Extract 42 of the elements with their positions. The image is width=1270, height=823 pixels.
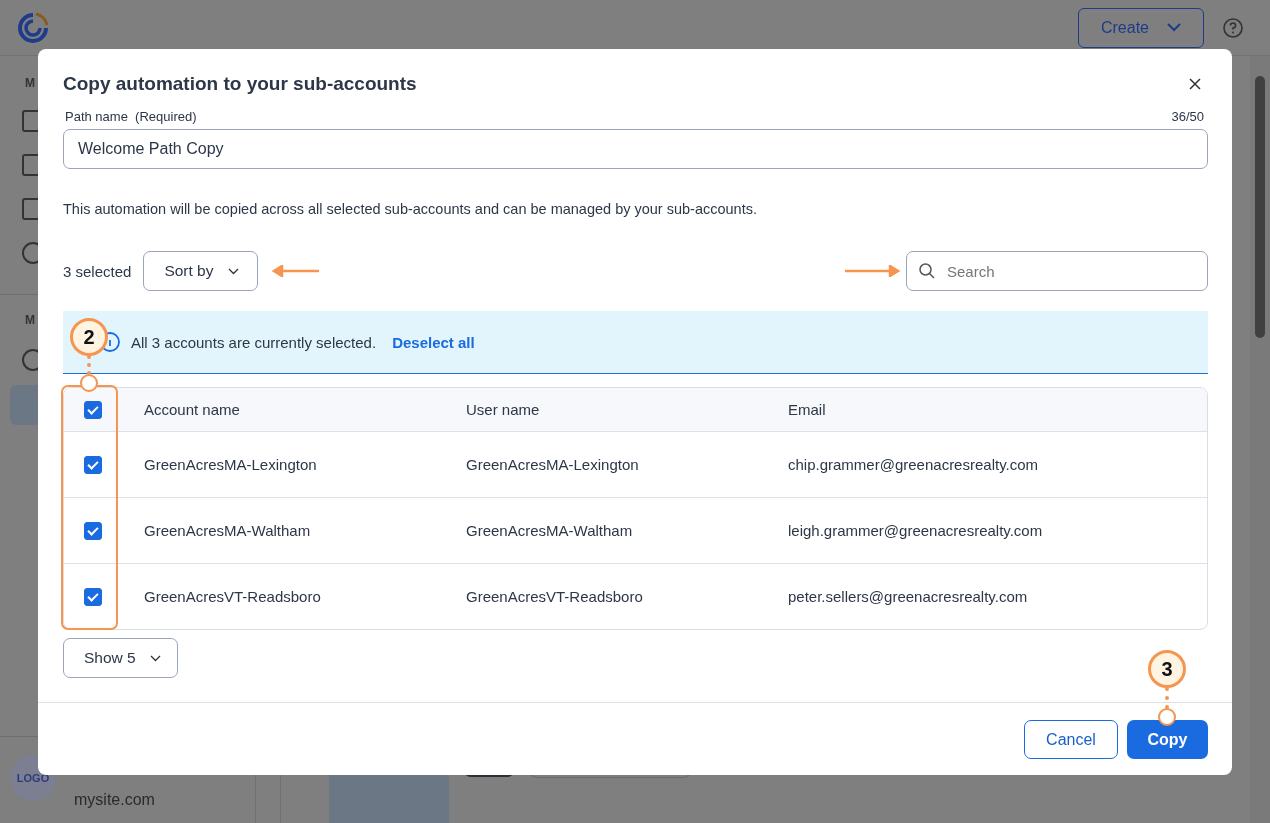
table-cell-text: GreenAcresMA-Waltham (465, 522, 634, 539)
scrollbar[interactable] (1250, 56, 1270, 823)
search-icon (918, 262, 936, 280)
help-icon[interactable] (1222, 16, 1244, 39)
banner-message: All 3 accounts are currently selected. (131, 333, 377, 351)
page-size-button[interactable]: Show 5 (63, 638, 178, 678)
brand-logo[interactable] (16, 10, 50, 45)
row-checkbox[interactable] (84, 587, 102, 606)
path-name-field[interactable]: Welcome Path Copy (63, 129, 1208, 169)
selected-count: 3 selected (63, 262, 132, 280)
field-label: Path name (Required) (65, 109, 197, 124)
table-cell-text: peter.sellers@greenacresrealty.com (787, 588, 1029, 605)
table-cell-text: GreenAcresVT-Readsboro (465, 588, 644, 605)
section-label: M (25, 76, 35, 90)
chevron-down-icon (149, 654, 161, 662)
chevron-down-icon (227, 267, 239, 275)
arrow-left-icon (271, 265, 320, 277)
column-header: User name (465, 401, 541, 418)
column-header: Email (787, 401, 827, 418)
table-cell-text: GreenAcresMA-Waltham (143, 522, 312, 539)
chevron-down-icon (1167, 23, 1181, 32)
deselect-all-link[interactable]: Deselect all (392, 333, 475, 351)
close-icon[interactable] (1189, 78, 1201, 90)
table-cell-text: GreenAcresMA-Lexington (465, 456, 640, 473)
search-field[interactable]: Search (906, 251, 1208, 291)
table-cell-text: GreenAcresVT-Readsboro (143, 588, 322, 605)
cancel-button[interactable]: Cancel (1024, 720, 1118, 759)
column-header: Account name (143, 401, 241, 418)
section-label: M (25, 313, 35, 327)
copy-button[interactable]: Copy (1127, 720, 1208, 759)
description-text: This automation will be copied across all selected sub-accounts and can be managed by your sub-accounts. (63, 201, 758, 217)
dialog-title: Copy automation to your sub-accounts (63, 73, 417, 95)
table-cell-text: leigh.grammer@greenacresrealty.com (787, 522, 1044, 539)
sort-button[interactable]: Sort by (143, 251, 258, 291)
select-all-checkbox[interactable] (84, 400, 102, 419)
account-site: mysite.com (74, 791, 155, 809)
table-cell-text: GreenAcresMA-Lexington (143, 456, 318, 473)
table-cell-text: chip.grammer@greenacresrealty.com (787, 456, 1040, 473)
arrow-right-icon (844, 265, 900, 277)
row-checkbox[interactable] (84, 455, 102, 474)
row-checkbox[interactable] (84, 521, 102, 540)
character-counter: 36/50 (1171, 109, 1204, 124)
